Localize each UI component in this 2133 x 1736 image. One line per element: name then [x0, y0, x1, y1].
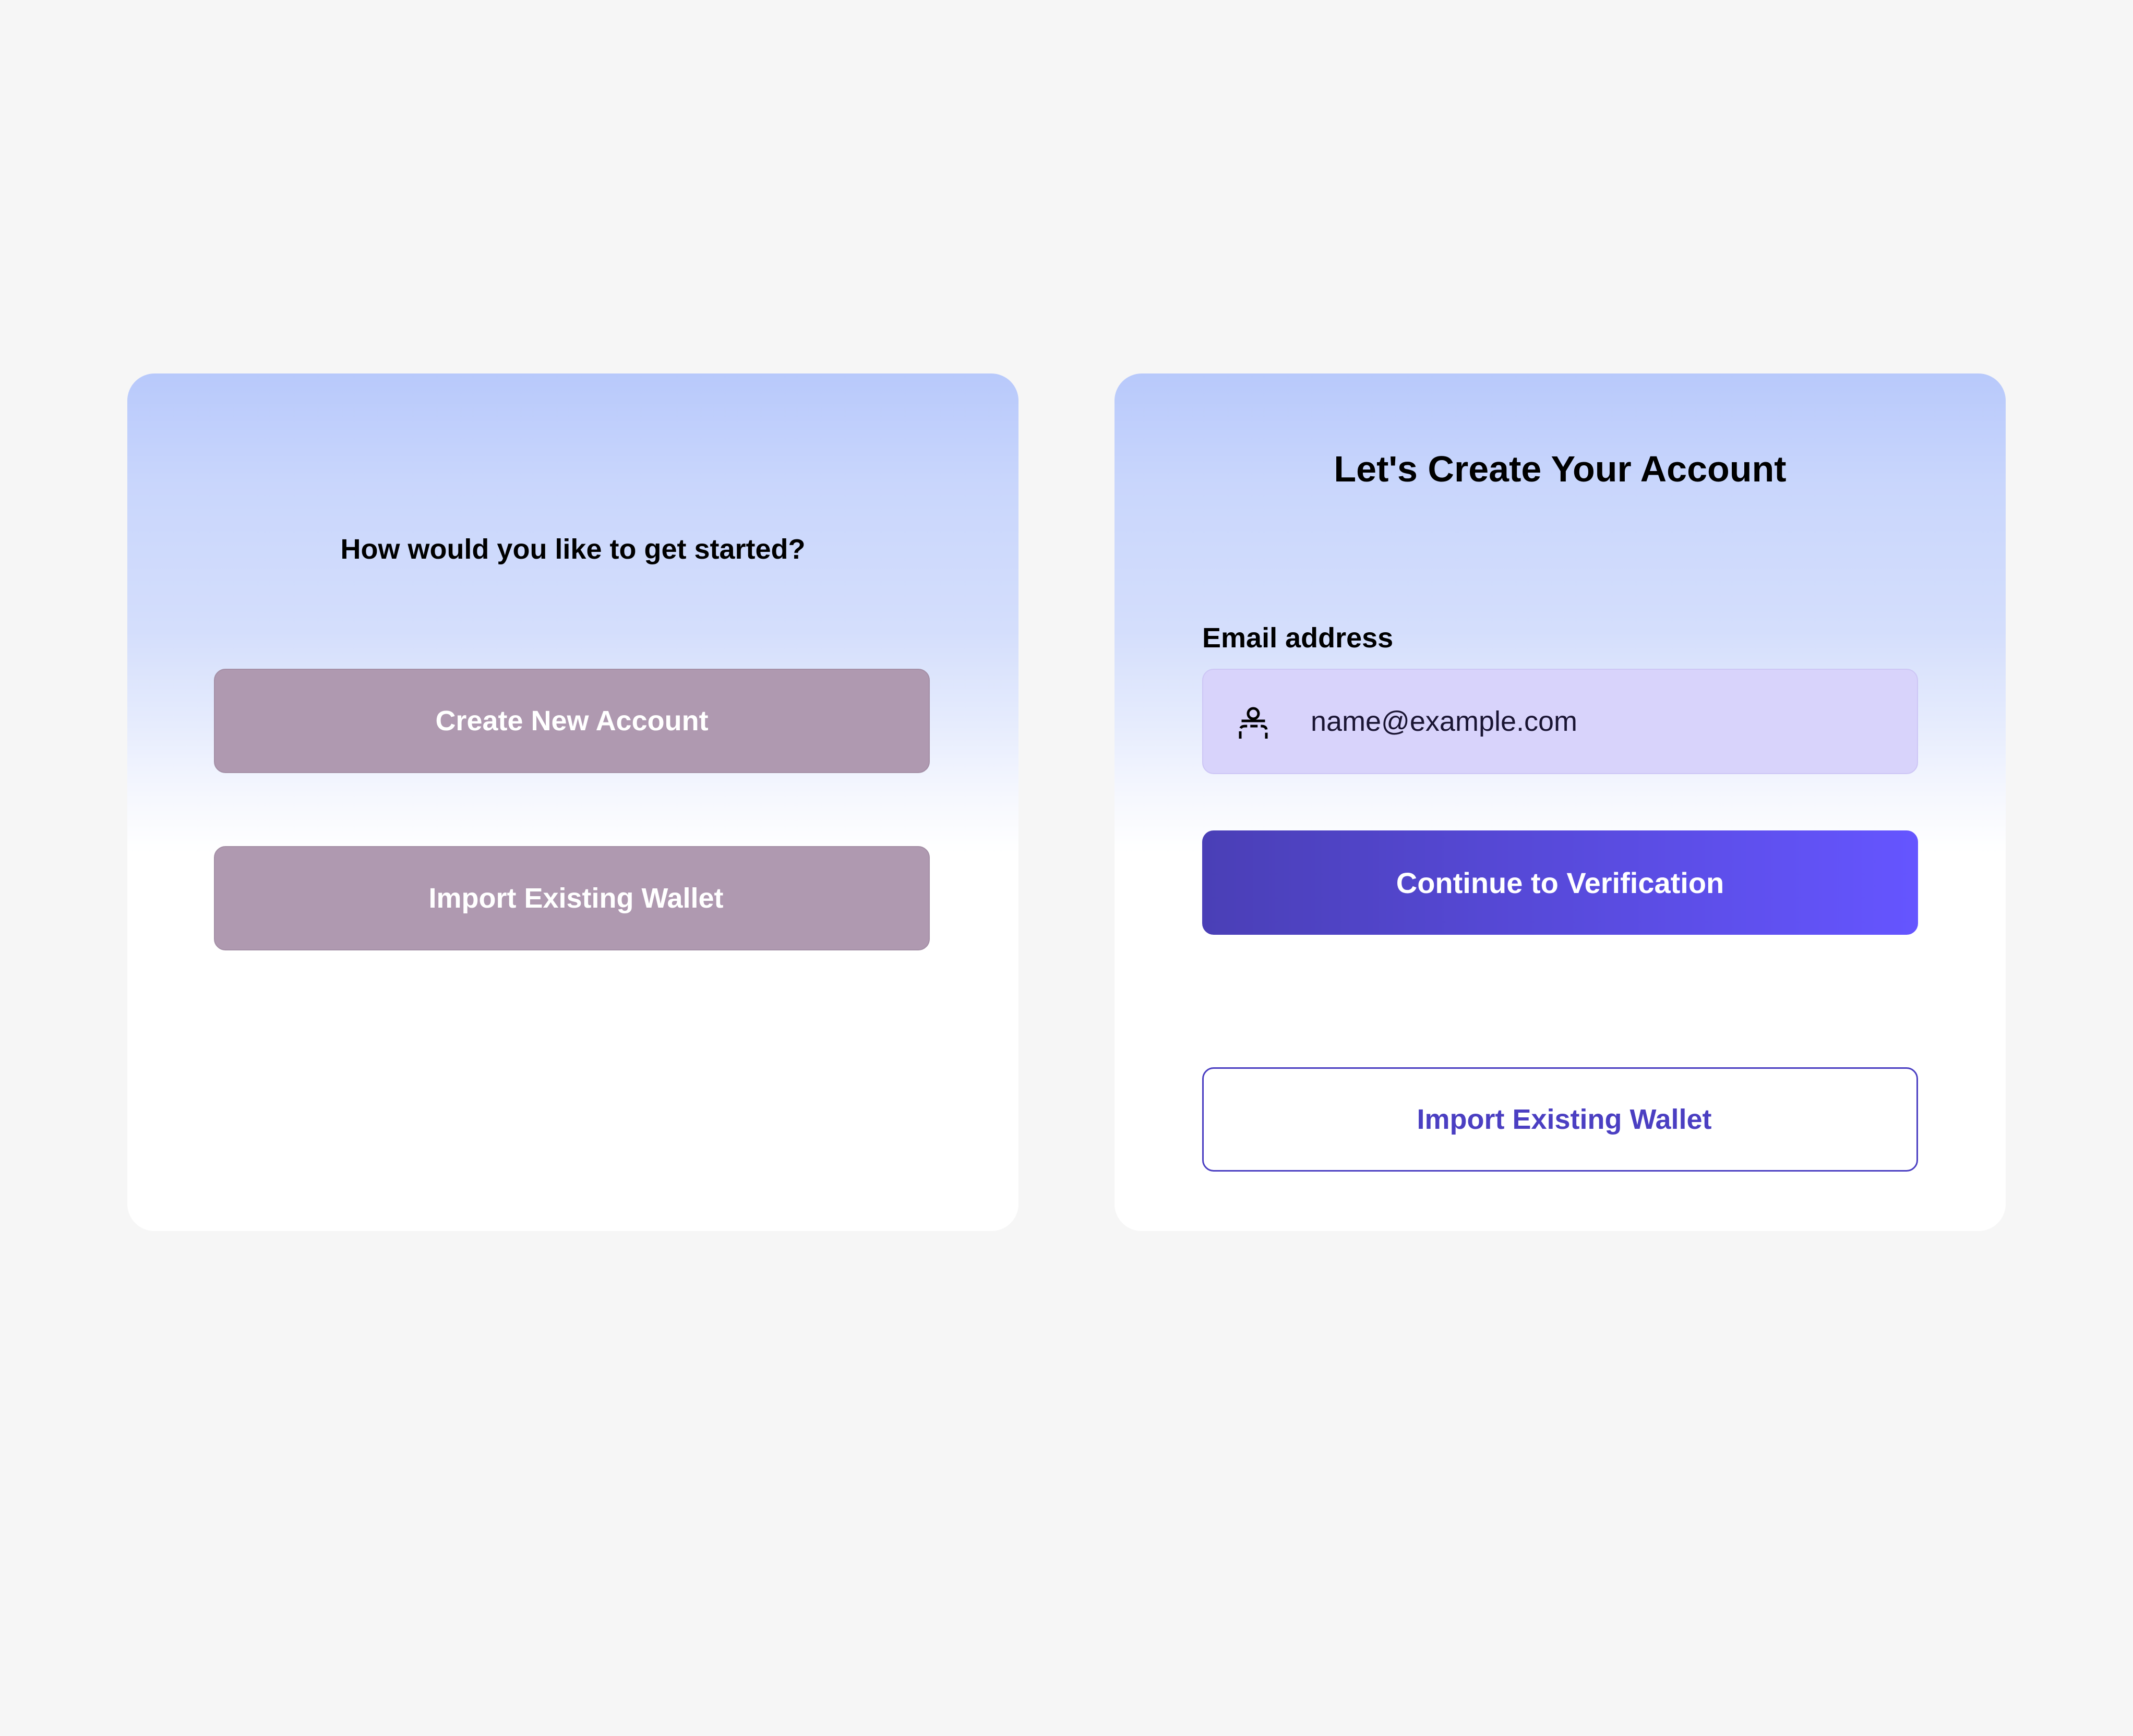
- page-title: Let's Create Your Account: [1334, 449, 1787, 489]
- email-field[interactable]: [1311, 705, 1885, 738]
- email-label: Email address: [1202, 622, 1394, 654]
- email-input-container[interactable]: [1202, 669, 1918, 774]
- get-started-card: How would you like to get started? Creat…: [127, 373, 1018, 1231]
- continue-to-verification-button[interactable]: Continue to Verification: [1202, 830, 1918, 935]
- create-account-card: Let's Create Your Account Email address …: [1115, 373, 2006, 1231]
- user-icon: [1239, 707, 1268, 739]
- create-new-account-button[interactable]: Create New Account: [214, 669, 930, 773]
- import-existing-wallet-button[interactable]: Import Existing Wallet: [214, 846, 930, 950]
- import-existing-wallet-outline-button[interactable]: Import Existing Wallet: [1202, 1067, 1918, 1172]
- get-started-question: How would you like to get started?: [340, 534, 806, 565]
